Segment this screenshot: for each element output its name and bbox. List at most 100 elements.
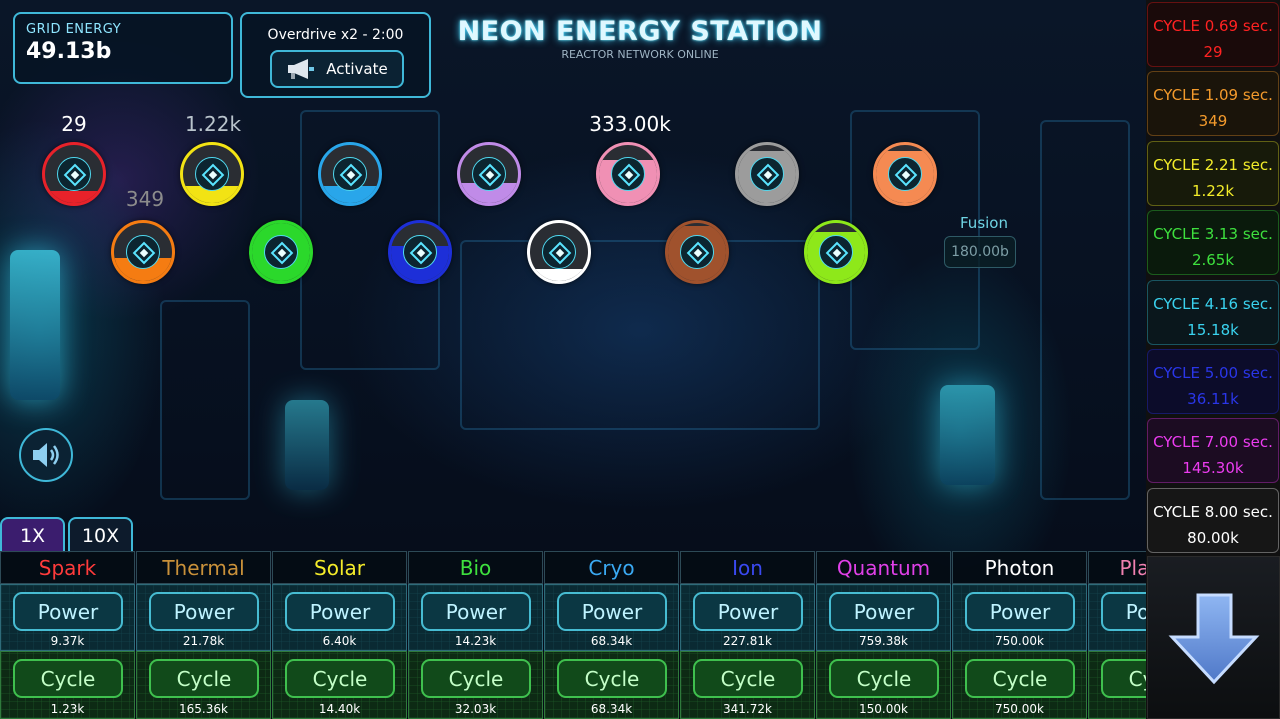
- upgrade-column-cryo: Cryo Power 68.34k Cycle 68.34k: [544, 551, 679, 719]
- cycle-card-output: 29: [1203, 43, 1223, 61]
- generator-ember[interactable]: [873, 142, 937, 206]
- cycle-button[interactable]: Cycle: [421, 659, 531, 698]
- cycle-card: CYCLE 1.09 sec. 349: [1147, 71, 1279, 137]
- cycle-cost: 341.72k: [723, 702, 772, 716]
- cycle-card: CYCLE 7.00 sec. 145.30k: [1147, 418, 1279, 484]
- activate-button[interactable]: Activate: [270, 50, 404, 88]
- power-button[interactable]: Power: [149, 592, 259, 631]
- power-button[interactable]: Power: [421, 592, 531, 631]
- power-upgrade-cell: Power 14.23k: [408, 584, 543, 651]
- generator-core-icon: [542, 235, 576, 269]
- cycle-button[interactable]: Cycle: [557, 659, 667, 698]
- upgrade-name: Quantum: [816, 551, 951, 584]
- cycle-cost: 68.34k: [590, 702, 633, 716]
- power-upgrade-cell: Power 4.: [1088, 584, 1146, 651]
- multiplier-1x-tab[interactable]: 1X: [0, 517, 65, 553]
- generator-output-label: 29: [61, 112, 87, 136]
- pipe-frame: [160, 300, 250, 500]
- generator-output-label: 333.00k: [589, 112, 671, 136]
- upgrade-name: Spark: [0, 551, 135, 584]
- generator-core-icon: [126, 235, 160, 269]
- cycle-card: CYCLE 5.00 sec. 36.11k: [1147, 349, 1279, 414]
- upgrade-name: Thermal: [136, 551, 271, 584]
- power-upgrade-cell: Power 9.37k: [0, 584, 135, 651]
- fusion-cost-button[interactable]: 180.00b: [944, 236, 1016, 268]
- game-subtitle: REACTOR NETWORK ONLINE: [561, 48, 719, 61]
- activate-label: Activate: [326, 60, 388, 78]
- upgrade-column-ion: Ion Power 227.81k Cycle 341.72k: [680, 551, 815, 719]
- generator-core-icon: [888, 157, 922, 191]
- power-upgrade-cell: Power 6.40k: [272, 584, 407, 651]
- generator-nova[interactable]: [804, 220, 868, 284]
- power-cost: 6.40k: [322, 634, 357, 648]
- cycle-card-time: CYCLE 2.21 sec.: [1153, 155, 1273, 174]
- cycle-card-output: 15.18k: [1187, 320, 1239, 339]
- power-button[interactable]: Power: [285, 592, 395, 631]
- cycle-upgrade-cell: Cycle 14.40k: [272, 651, 407, 719]
- generator-photon[interactable]: [527, 220, 591, 284]
- generator-bio[interactable]: [249, 220, 313, 284]
- cycle-card-output: 349: [1198, 112, 1228, 131]
- generator-plasma[interactable]: [596, 142, 660, 206]
- generator-quantum[interactable]: [457, 142, 521, 206]
- upgrade-name: Bio: [408, 551, 543, 584]
- power-button[interactable]: Power: [13, 592, 123, 631]
- cycle-card-time: CYCLE 4.16 sec.: [1153, 294, 1273, 313]
- cycle-cost: 150.00k: [859, 702, 908, 716]
- cycle-card: CYCLE 4.16 sec. 15.18k: [1147, 279, 1279, 345]
- power-upgrade-cell: Power 759.38k: [816, 584, 951, 651]
- power-cost: 4.: [1089, 634, 1146, 648]
- upgrade-name: Cryo: [544, 551, 679, 584]
- reactor-tube-left: [10, 250, 60, 400]
- reactor-tube-mid: [285, 400, 329, 490]
- power-button[interactable]: Power: [693, 592, 803, 631]
- cycle-cost: 165.36k: [179, 702, 228, 716]
- cycle-card-output: 145.30k: [1182, 459, 1244, 478]
- power-button[interactable]: Power: [1101, 592, 1146, 631]
- upgrade-column-quantum: Quantum Power 759.38k Cycle 150.00k: [816, 551, 951, 719]
- generator-thermal[interactable]: [111, 220, 175, 284]
- generator-core-icon: [264, 235, 298, 269]
- generator-core[interactable]: [665, 220, 729, 284]
- overdrive-panel: Overdrive x2 - 2:00 Activate: [240, 12, 431, 98]
- cycle-card-output: 1.22k: [1191, 181, 1235, 200]
- generator-flux[interactable]: [735, 142, 799, 206]
- generator-core-icon: [472, 157, 506, 191]
- multiplier-10x-tab[interactable]: 10X: [68, 517, 133, 553]
- generator-core-icon: [611, 157, 645, 191]
- power-button[interactable]: Power: [557, 592, 667, 631]
- generator-core-icon: [57, 157, 91, 191]
- power-button[interactable]: Power: [965, 592, 1075, 631]
- upgrade-column-photon: Photon Power 750.00k Cycle 750.00k: [952, 551, 1087, 719]
- sound-toggle-button[interactable]: [19, 428, 73, 482]
- generator-solar[interactable]: [180, 142, 244, 206]
- cycle-button[interactable]: Cycle: [13, 659, 123, 698]
- generator-core-icon: [750, 157, 784, 191]
- power-cost: 21.78k: [182, 634, 225, 648]
- cycle-button[interactable]: Cycle: [285, 659, 395, 698]
- power-cost: 14.23k: [454, 634, 497, 648]
- cycle-upgrade-cell: Cycle 1.23k: [0, 651, 135, 719]
- upgrade-name: Solar: [272, 551, 407, 584]
- upgrade-column-plasma: Plasma Power 4. Cycle 1.: [1088, 551, 1146, 719]
- cycle-card-time: CYCLE 1.09 sec.: [1153, 86, 1273, 105]
- upgrade-name: Plasma: [1088, 551, 1146, 584]
- grid-energy-value: 49.13b: [26, 39, 112, 64]
- cycle-card: CYCLE 8.00 sec. 80.00k: [1147, 487, 1279, 553]
- game-title: NEON ENERGY STATION: [457, 16, 823, 47]
- scroll-down-button[interactable]: [1147, 556, 1280, 719]
- generator-core-icon: [403, 235, 437, 269]
- power-cost: 9.37k: [50, 634, 85, 648]
- generator-core-icon: [819, 235, 853, 269]
- cycle-button[interactable]: Cycle: [829, 659, 939, 698]
- cycle-button[interactable]: Cycle: [965, 659, 1075, 698]
- power-upgrade-cell: Power 227.81k: [680, 584, 815, 651]
- cycle-button[interactable]: Cycle: [149, 659, 259, 698]
- generator-ion[interactable]: [388, 220, 452, 284]
- power-button[interactable]: Power: [829, 592, 939, 631]
- grid-energy-panel: GRID ENERGY 49.13b: [13, 12, 233, 84]
- cycle-button[interactable]: Cycle: [693, 659, 803, 698]
- pipe-frame: [460, 240, 820, 430]
- generator-cryo[interactable]: [318, 142, 382, 206]
- cycle-button[interactable]: Cycle: [1101, 659, 1146, 698]
